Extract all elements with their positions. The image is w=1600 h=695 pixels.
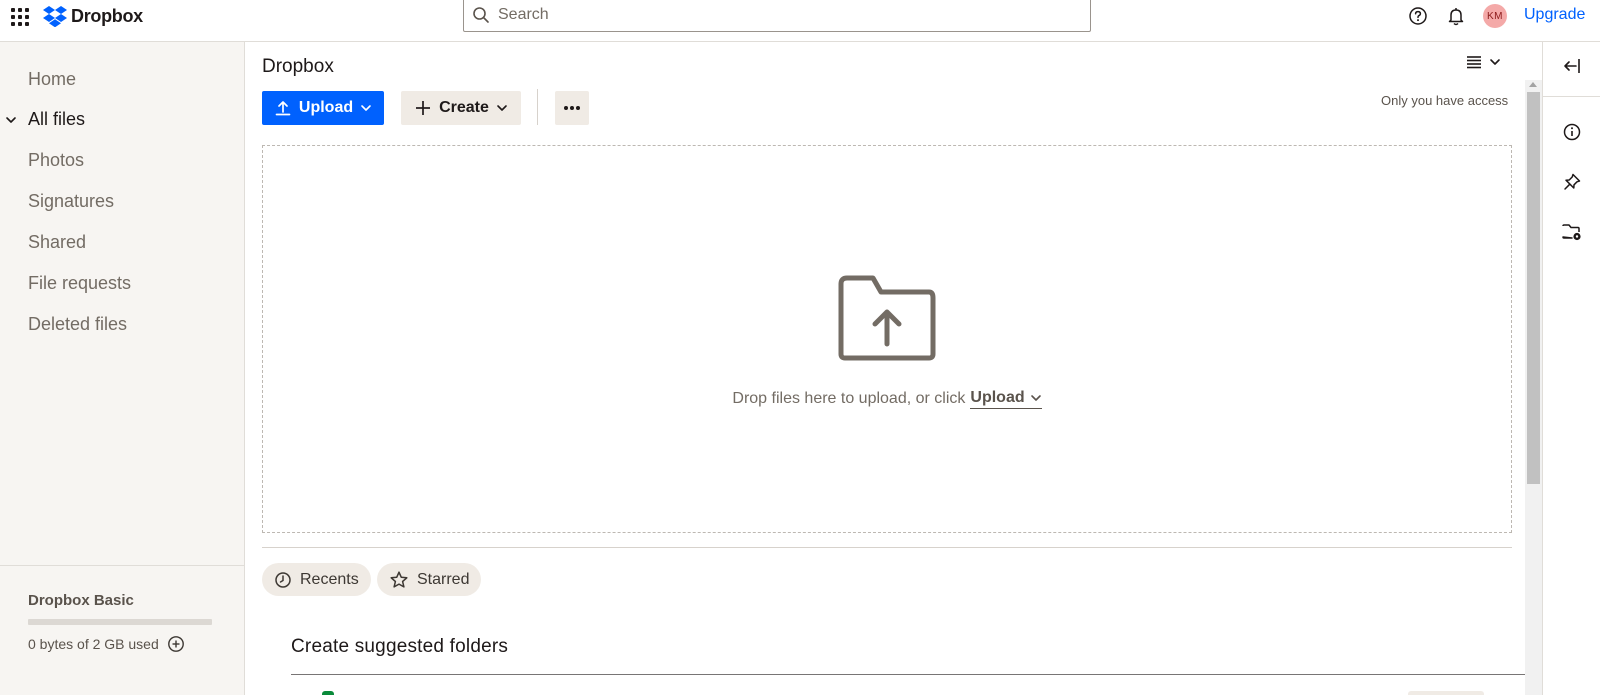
chevron-down-icon (1490, 59, 1500, 65)
right-rail (1542, 42, 1600, 695)
search-icon (473, 7, 489, 23)
sidebar-divider (0, 565, 245, 566)
more-options-button[interactable] (555, 91, 589, 125)
top-bar: Dropbox KM Upgrade (0, 0, 1600, 42)
bell-icon[interactable] (1445, 5, 1467, 27)
pin-icon[interactable] (1560, 170, 1584, 194)
upload-button[interactable]: Upload (262, 91, 384, 125)
clock-icon (275, 571, 291, 588)
search-input[interactable] (498, 6, 1058, 24)
folder-settings-icon[interactable] (1560, 220, 1584, 244)
dropzone-message: Drop files here to upload, or click Uplo… (732, 389, 1042, 409)
folder-upload-icon (838, 275, 936, 361)
collapse-panel-icon[interactable] (1560, 54, 1584, 78)
sidebar-item-signatures[interactable]: Signatures (28, 191, 114, 212)
suggested-folders-divider (291, 674, 1531, 675)
suggested-folder-icon (322, 691, 334, 695)
upload-label: Upload (298, 99, 354, 116)
suggested-folder-action[interactable] (1408, 691, 1484, 695)
dropbox-logo[interactable]: Dropbox (43, 4, 143, 28)
ellipsis-icon (564, 106, 580, 110)
toolbar-divider (537, 89, 538, 125)
scrollbar[interactable] (1525, 80, 1542, 695)
storage-usage-bar (28, 619, 212, 625)
plus-icon (416, 101, 431, 115)
sidebar-item-home[interactable]: Home (28, 69, 76, 90)
main-content: Dropbox Only you have access Upload Crea… (245, 42, 1542, 695)
dropzone-text: Drop files here to upload, or click (732, 390, 966, 407)
dropzone-upload-label: Upload (970, 389, 1025, 406)
rail-divider (1543, 96, 1600, 97)
sidebar-item-shared[interactable]: Shared (28, 232, 86, 253)
chevron-down-icon (1030, 395, 1041, 401)
chevron-down-icon (361, 105, 371, 111)
list-view-icon (1467, 56, 1481, 69)
sidebar-item-file-requests[interactable]: File requests (28, 273, 131, 294)
storage-usage: 0 bytes of 2 GB used (28, 635, 185, 653)
content-divider (262, 547, 1512, 548)
sidebar-item-photos[interactable]: Photos (28, 150, 84, 171)
avatar[interactable]: KM (1483, 4, 1507, 28)
plan-name[interactable]: Dropbox Basic (28, 592, 134, 609)
chevron-down-icon (497, 105, 507, 111)
app-name: Dropbox (71, 5, 143, 26)
starred-chip[interactable]: Starred (377, 563, 482, 596)
view-toggle-button[interactable] (1465, 54, 1501, 70)
info-icon[interactable] (1560, 120, 1584, 144)
scrollbar-thumb[interactable] (1527, 92, 1540, 484)
search-box[interactable] (463, 0, 1091, 32)
add-storage-icon[interactable] (167, 635, 185, 653)
dropzone-upload-link[interactable]: Upload (970, 389, 1042, 409)
upload-icon (275, 101, 291, 116)
recents-label: Recents (300, 570, 359, 588)
recents-chip[interactable]: Recents (262, 563, 371, 596)
suggested-folders-title: Create suggested folders (291, 636, 509, 657)
scroll-up-arrow-icon[interactable] (1529, 82, 1537, 87)
star-icon (390, 570, 408, 588)
page-title: Dropbox (262, 56, 334, 77)
app-grid-icon[interactable] (9, 6, 29, 26)
upload-dropzone[interactable]: Drop files here to upload, or click Uplo… (262, 145, 1512, 533)
upgrade-link[interactable]: Upgrade (1524, 6, 1585, 24)
create-label: Create (439, 99, 489, 116)
help-icon[interactable] (1407, 5, 1429, 27)
access-note: Only you have access (1381, 93, 1509, 108)
starred-label: Starred (417, 570, 470, 588)
sidebar-item-deleted-files[interactable]: Deleted files (28, 314, 127, 335)
chevron-down-icon[interactable] (5, 114, 17, 126)
sidebar: Home All files Photos Signatures Shared … (0, 42, 245, 695)
dropbox-logo-icon (43, 5, 67, 27)
create-button[interactable]: Create (401, 91, 521, 125)
storage-usage-text: 0 bytes of 2 GB used (28, 636, 159, 652)
sidebar-item-all-files[interactable]: All files (28, 109, 85, 130)
